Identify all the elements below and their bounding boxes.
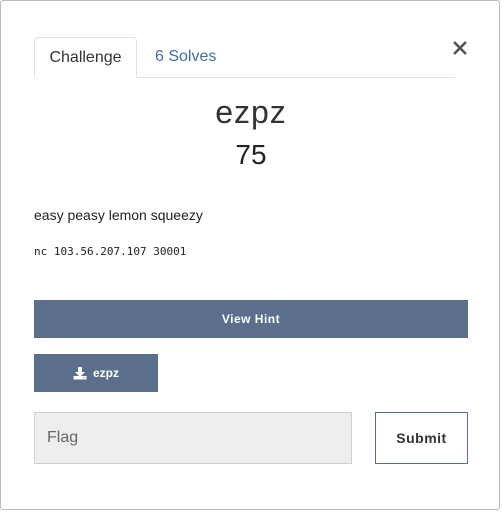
view-hint-button[interactable]: View Hint	[34, 300, 468, 338]
tab-bar: Challenge 6 Solves	[34, 37, 455, 78]
download-icon	[73, 366, 87, 380]
challenge-modal: Challenge 6 Solves ezpz 75 easy peasy le…	[0, 0, 500, 510]
connection-info: nc 103.56.207.107 30001	[34, 245, 187, 258]
submit-button[interactable]: Submit	[375, 412, 468, 464]
close-icon[interactable]	[453, 37, 469, 59]
challenge-value: 75	[235, 139, 267, 170]
flag-input[interactable]	[34, 412, 352, 464]
challenge-description: easy peasy lemon squeezy	[34, 207, 203, 223]
download-file-label: ezpz	[92, 366, 119, 380]
tab-challenge[interactable]: Challenge	[34, 37, 137, 78]
download-file-button[interactable]: ezpz	[34, 354, 158, 392]
challenge-name: ezpz	[215, 94, 287, 130]
tab-solves[interactable]: 6 Solves	[155, 37, 216, 77]
